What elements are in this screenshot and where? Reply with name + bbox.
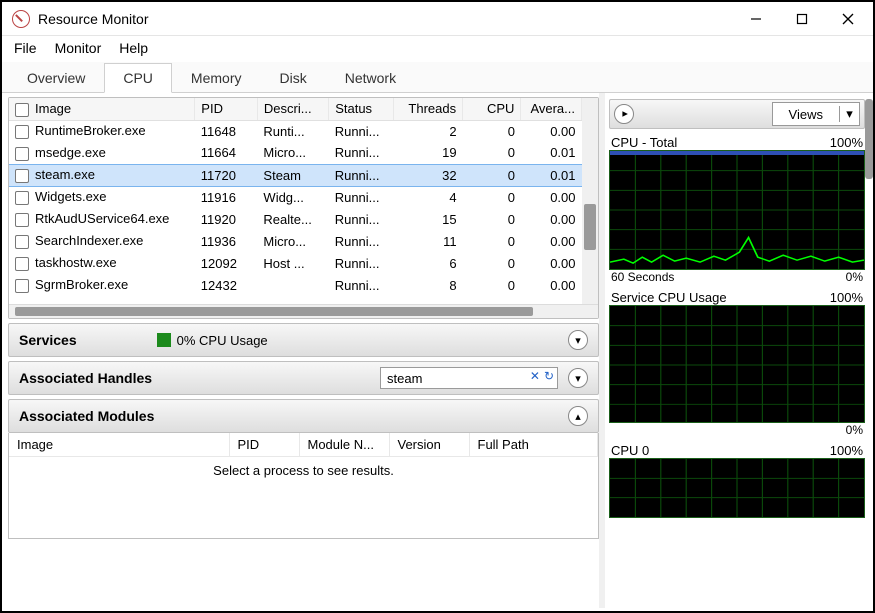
app-icon [12,10,30,28]
graph-scrollbar-v[interactable] [865,99,873,602]
minimize-button[interactable] [733,3,779,35]
checkbox-all[interactable] [15,103,29,117]
handles-title: Associated Handles [19,370,152,386]
col-desc[interactable]: Descri... [257,98,328,120]
tab-overview[interactable]: Overview [8,63,104,93]
graph-cpu-total-max: 100% [830,135,863,150]
services-title: Services [19,332,77,348]
graph-cpu-total [609,150,865,270]
graph-cpu-total-foot-right: 0% [846,270,863,284]
row-checkbox[interactable] [15,235,29,249]
table-row[interactable]: RuntimeBroker.exe11648Runti...Runni...20… [9,120,582,142]
row-checkbox[interactable] [15,169,29,183]
modules-header[interactable]: Associated Modules ▴ [8,399,599,433]
tab-network[interactable]: Network [326,63,415,93]
tab-bar: Overview CPU Memory Disk Network [2,62,873,93]
row-checkbox[interactable] [15,125,29,139]
table-row[interactable]: Widgets.exe11916Widg...Runni...400.00 [9,186,582,208]
close-button[interactable] [825,3,871,35]
views-dropdown[interactable]: Views ▾ [772,102,860,126]
menubar: File Monitor Help [2,36,873,62]
tab-disk[interactable]: Disk [260,63,325,93]
graph-pane: ▾ Views ▾ CPU - Total 100% [605,93,873,608]
graph-service-title: Service CPU Usage [611,290,727,305]
table-row[interactable]: steam.exe11720SteamRunni...3200.01 [9,164,582,186]
handles-header[interactable]: Associated Handles ✕ ↻ ▾ [8,361,599,395]
collapse-graphs-icon[interactable]: ▾ [614,104,634,124]
services-cpu-usage: 0% CPU Usage [177,333,268,348]
modules-empty: Select a process to see results. [9,457,598,538]
process-panel: Image PID Descri... Status Threads CPU A… [8,97,599,319]
services-header[interactable]: Services 0% CPU Usage ▾ [8,323,599,357]
menu-file[interactable]: File [14,40,37,56]
modules-title: Associated Modules [19,408,154,424]
graph-service-max: 100% [830,290,863,305]
chevron-down-icon[interactable]: ▾ [568,330,588,350]
col-image[interactable]: Image [9,98,195,120]
col-status[interactable]: Status [329,98,394,120]
mod-col-module[interactable]: Module N... [299,433,389,457]
graph-cpu0-max: 100% [830,443,863,458]
dropdown-arrow-icon: ▾ [839,106,859,122]
col-threads[interactable]: Threads [394,98,463,120]
col-cpu[interactable]: CPU [463,98,521,120]
titlebar: Resource Monitor [2,2,873,36]
graph-cpu0-title: CPU 0 [611,443,649,458]
row-checkbox[interactable] [15,279,29,293]
maximize-button[interactable] [779,3,825,35]
proc-scrollbar-v[interactable] [582,98,598,304]
col-pid[interactable]: PID [195,98,258,120]
table-row[interactable]: taskhostw.exe12092Host ...Runni...600.00 [9,252,582,274]
graph-cpu-total-title: CPU - Total [611,135,677,150]
menu-help[interactable]: Help [119,40,148,56]
mod-col-path[interactable]: Full Path [469,433,598,457]
clear-search-icon[interactable]: ✕ [530,369,540,383]
process-table[interactable]: Image PID Descri... Status Threads CPU A… [9,98,582,296]
row-checkbox[interactable] [15,257,29,271]
modules-body: Image PID Module N... Version Full Path … [8,433,599,539]
table-row[interactable]: SearchIndexer.exe11936Micro...Runni...11… [9,230,582,252]
chevron-down-icon[interactable]: ▾ [568,368,588,388]
graph-cpu-total-foot-left: 60 Seconds [611,270,674,284]
chevron-up-icon[interactable]: ▴ [568,406,588,426]
table-row[interactable]: msedge.exe11664Micro...Runni...1900.01 [9,142,582,164]
window-title: Resource Monitor [38,11,149,27]
mod-col-image[interactable]: Image [9,433,229,457]
views-row: ▾ Views ▾ [609,99,865,129]
graph-cpu0 [609,458,865,518]
menu-monitor[interactable]: Monitor [55,40,102,56]
table-row[interactable]: RtkAudUService64.exe11920Realte...Runni.… [9,208,582,230]
graph-service [609,305,865,423]
tab-memory[interactable]: Memory [172,63,261,93]
refresh-icon[interactable]: ↻ [544,369,554,383]
mod-col-pid[interactable]: PID [229,433,299,457]
cpu-usage-icon [157,333,171,347]
table-row[interactable]: SgrmBroker.exe12432Runni...800.00 [9,274,582,296]
graph-service-foot-right: 0% [846,423,863,437]
proc-scrollbar-h[interactable] [9,304,598,318]
row-checkbox[interactable] [15,213,29,227]
col-avg[interactable]: Avera... [521,98,582,120]
row-checkbox[interactable] [15,147,29,161]
tab-cpu[interactable]: CPU [104,63,172,93]
row-checkbox[interactable] [15,191,29,205]
mod-col-version[interactable]: Version [389,433,469,457]
